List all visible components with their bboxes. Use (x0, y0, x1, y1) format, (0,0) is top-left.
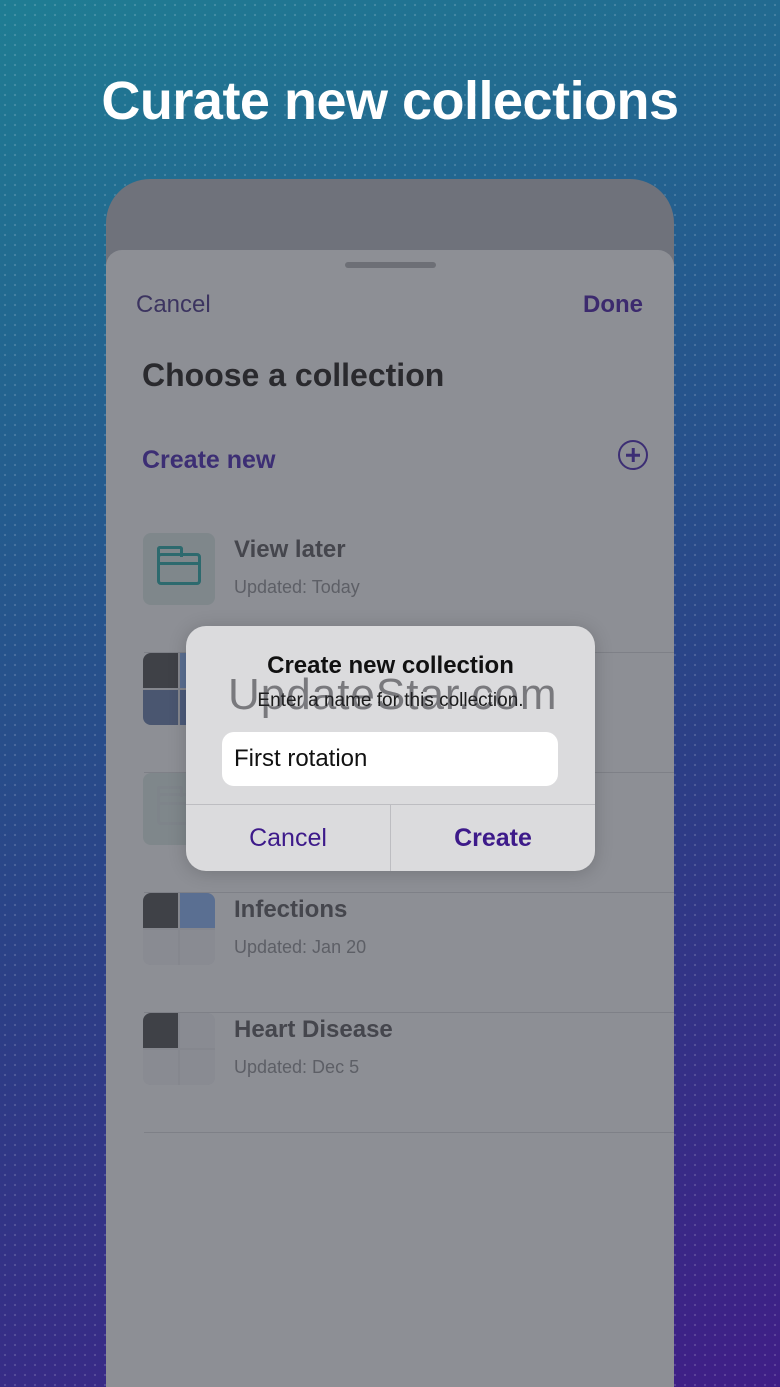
folder-icon (157, 546, 201, 585)
collection-name-input[interactable] (222, 732, 558, 786)
collection-thumbnail (143, 533, 215, 605)
create-collection-dialog: Create new collection Enter a name for t… (186, 626, 595, 871)
collection-name: View later (234, 536, 346, 563)
thumbnail-tile (143, 653, 178, 688)
sheet-done-button[interactable]: Done (583, 291, 643, 319)
thumbnail-tile (143, 930, 178, 965)
collection-updated: Updated: Dec 5 (234, 1057, 360, 1077)
thumbnail-tile (143, 690, 178, 725)
marketing-headline: Curate new collections (101, 71, 679, 131)
collection-name: Infections (234, 896, 348, 923)
thumbnail-tile (143, 1013, 178, 1048)
create-new-label: Create new (142, 446, 276, 474)
thumbnail-tile (143, 1050, 178, 1085)
thumbnail-tile (180, 1013, 215, 1048)
plus-circle-icon[interactable] (618, 440, 648, 470)
collection-thumbnail (143, 893, 215, 965)
collection-name: Heart Disease (234, 1016, 393, 1043)
collection-updated: Updated: Jan 20 (234, 937, 367, 957)
dialog-create-button[interactable]: Create (391, 805, 595, 871)
sheet-grabber[interactable] (345, 262, 436, 268)
thumbnail-tile (180, 1050, 215, 1085)
collection-item-infections[interactable]: Infections Updated: Jan 20 (106, 893, 674, 1013)
divider (144, 1132, 674, 1133)
dialog-title: Create new collection (267, 652, 514, 679)
collection-thumbnail (143, 1013, 215, 1085)
sheet-cancel-button[interactable]: Cancel (136, 291, 211, 319)
create-new-row[interactable]: Create new (106, 440, 674, 486)
thumbnail-tile (180, 930, 215, 965)
thumbnail-tile (180, 893, 215, 928)
collection-item-heart-disease[interactable]: Heart Disease Updated: Dec 5 (106, 1013, 674, 1133)
sheet-title: Choose a collection (142, 357, 445, 393)
collection-updated: Updated: Today (234, 577, 360, 597)
thumbnail-tile (143, 893, 178, 928)
dialog-message: Enter a name for this collection. (257, 690, 524, 711)
dialog-cancel-button[interactable]: Cancel (186, 805, 390, 871)
